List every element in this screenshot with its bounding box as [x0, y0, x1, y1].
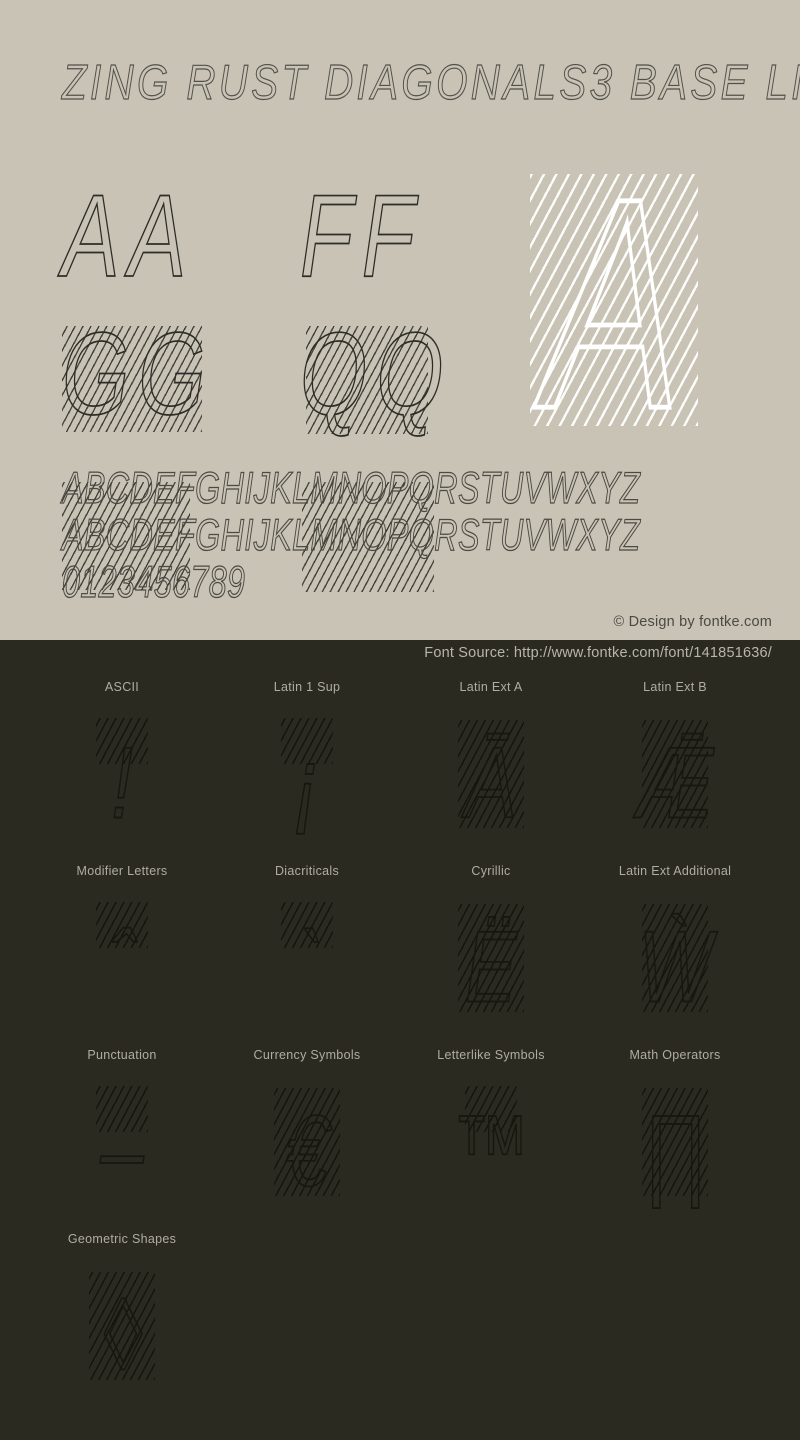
block-label: Currency Symbols: [253, 1048, 361, 1062]
block-glyph: Ё: [464, 909, 517, 1025]
alphabet-row-uppercase-2: ABCDEFGHIJKLMNOPQRSTUVWXYZ: [62, 510, 641, 560]
block-glyph-wrap: Ё: [399, 898, 583, 1038]
block-label: Letterlike Symbols: [437, 1048, 545, 1062]
copyright-notice: © Design by fontke.com: [613, 614, 772, 630]
unicode-block-latin-1-sup: Latin 1 Sup ¡: [215, 680, 399, 854]
unicode-block-modifier-letters: Modifier Letters ˆ: [30, 864, 214, 1038]
block-glyph-wrap: –: [30, 1082, 214, 1222]
alphabet-row-uppercase-1: ABCDEFGHIJKLMNOPQRSTUVWXYZ: [62, 463, 641, 513]
unicode-block-math-operators: Math Operators ∏: [583, 1048, 767, 1222]
block-label: Latin Ext B: [643, 680, 707, 694]
block-label: Math Operators: [629, 1048, 721, 1062]
block-label: Diacriticals: [274, 864, 340, 878]
specimen-light-panel: ZING RUST DIAGONALS3 BASE LINE AA FF GG …: [0, 0, 800, 640]
unicode-block-currency-symbols: Currency Symbols €: [215, 1048, 399, 1222]
block-glyph: €: [285, 1093, 329, 1209]
unicode-block-letterlike-symbols: Letterlike Symbols ™: [399, 1048, 583, 1222]
hero-glyph-showcase: A: [518, 151, 704, 456]
unicode-block-punctuation: Punctuation –: [30, 1048, 214, 1222]
block-glyph-wrap: ˆ: [30, 898, 214, 1038]
unicode-block-row: Punctuation – Currency Symbols € Letterl…: [0, 1048, 800, 1232]
unicode-block-latin-ext-a: Latin Ext A Ā: [399, 680, 583, 854]
unicode-block-latin-ext-b: Latin Ext B Ǣ: [583, 680, 767, 854]
block-glyph-wrap: Ǣ: [583, 714, 767, 854]
block-glyph-wrap: ˋ: [215, 898, 399, 1038]
block-glyph-wrap: ¡: [215, 714, 399, 854]
block-glyph: ˋ: [293, 909, 320, 1025]
block-label: Punctuation: [87, 1048, 157, 1062]
page-title: ZING RUST DIAGONALS3 BASE LINE: [62, 54, 800, 111]
block-glyph-wrap: ◊: [30, 1266, 214, 1406]
hero-glyph: A: [542, 136, 682, 471]
unicode-block-latin-ext-additional: Latin Ext Additional Ẁ: [583, 864, 767, 1038]
block-glyph-wrap: ™: [399, 1082, 583, 1222]
sample-pair-q: QQ: [299, 308, 453, 440]
block-glyph: ˆ: [108, 909, 135, 1025]
alphabet-rows: ABCDEFGHIJKLMNOPQRSTUVWXYZ ABCDEFGHIJKLM…: [62, 462, 762, 607]
block-label: Geometric Shapes: [67, 1232, 177, 1246]
block-glyph-wrap: €: [215, 1082, 399, 1222]
block-glyph-wrap: Ẁ: [583, 898, 767, 1038]
block-label: ASCII: [104, 680, 140, 694]
unicode-block-grid: ASCII ! Latin 1 Sup ¡ Latin Ext A Ā Lati…: [0, 680, 800, 1416]
unicode-block-diacriticals: Diacriticals ˋ: [215, 864, 399, 1038]
numeral-row: 0123456789: [62, 557, 246, 607]
block-glyph: ∏: [642, 1093, 707, 1209]
block-label: Latin Ext A: [459, 680, 523, 694]
unicode-block-row: Geometric Shapes ◊: [0, 1232, 800, 1416]
block-glyph-wrap: !: [30, 714, 214, 854]
block-glyph: Ā: [464, 725, 517, 841]
unicode-block-ascii: ASCII !: [30, 680, 214, 854]
block-glyph-wrap: ∏: [583, 1082, 767, 1222]
unicode-block-row: Modifier Letters ˆ Diacriticals ˋ Cyrill…: [0, 864, 800, 1048]
unicode-block-row: ASCII ! Latin 1 Sup ¡ Latin Ext A Ā Lati…: [0, 680, 800, 864]
block-glyph: ◊: [102, 1277, 142, 1393]
unicode-block-cyrillic: Cyrillic Ё: [399, 864, 583, 1038]
sample-pair-a: AA: [61, 170, 196, 302]
font-specimen-page: ZING RUST DIAGONALS3 BASE LINE AA FF GG …: [0, 0, 800, 1440]
block-glyph: ™: [452, 1093, 531, 1209]
block-glyph-wrap: Ā: [399, 714, 583, 854]
font-source-link[interactable]: Font Source: http://www.fontke.com/font/…: [424, 645, 772, 661]
block-glyph: Ẁ: [638, 909, 713, 1025]
block-glyph: –: [100, 1093, 144, 1209]
block-glyph: ¡: [293, 725, 320, 841]
block-glyph: Ǣ: [636, 725, 715, 841]
block-label: Latin Ext Additional: [618, 864, 732, 878]
sample-pair-f: FF: [299, 170, 424, 302]
block-glyph: !: [111, 725, 134, 841]
sample-pair-g: GG: [61, 308, 215, 440]
block-label: Modifier Letters: [76, 864, 168, 878]
block-label: Cyrillic: [471, 864, 511, 878]
unicode-block-geometric-shapes: Geometric Shapes ◊: [30, 1232, 214, 1406]
block-label: Latin 1 Sup: [273, 680, 341, 694]
